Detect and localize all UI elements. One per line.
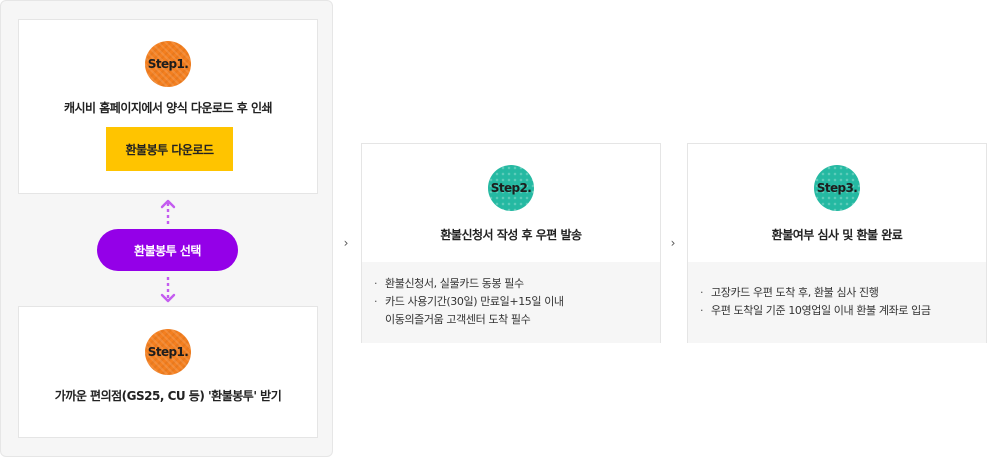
info-line: · 카드 사용기간(30일) 만료일+15일 이내	[374, 295, 564, 308]
download-option-card: Step1. 캐시비 홈페이지에서 양식 다운로드 후 인쇄 환불봉투 다운로드	[18, 19, 318, 194]
envelope-download-button[interactable]: 환불봉투 다운로드	[106, 127, 233, 171]
chevron-right-icon: ›	[670, 236, 676, 250]
step2-badge: Step2.	[488, 165, 534, 211]
convenience-store-option-card: Step1. 가까운 편의점(GS25, CU 등) '환불봉투' 받기	[18, 306, 318, 438]
step2-info-box: · 환불신청서, 실물카드 동봉 필수 · 카드 사용기간(30일) 만료일+15일…	[362, 262, 660, 343]
dashed-arrow-up-icon	[160, 199, 176, 225]
step3-card: Step3. 환불여부 심사 및 환불 완료 · 고장카드 우편 도착 후, 환불…	[687, 143, 987, 343]
info-line: 이동의즐거움 고객센터 도착 필수	[385, 313, 531, 326]
chevron-right-icon: ›	[343, 236, 349, 250]
step1-badge: Step1.	[145, 329, 191, 375]
info-line: · 환불신청서, 실물카드 동봉 필수	[374, 277, 524, 290]
step3-badge: Step3.	[814, 165, 860, 211]
step1-badge: Step1.	[145, 41, 191, 87]
convenience-store-option-text: 가까운 편의점(GS25, CU 등) '환불봉투' 받기	[54, 389, 282, 403]
envelope-select-pill: 환불봉투 선택	[97, 229, 238, 271]
step3-title: 환불여부 심사 및 환불 완료	[771, 228, 903, 242]
step2-title: 환불신청서 작성 후 우편 발송	[440, 228, 582, 242]
step3-info-box: · 고장카드 우편 도착 후, 환불 심사 진행 · 우편 도착일 기준 10영업일…	[688, 262, 986, 343]
step2-card: Step2. 환불신청서 작성 후 우편 발송 · 환불신청서, 실물카드 동봉 …	[361, 143, 661, 343]
download-option-text: 캐시비 홈페이지에서 양식 다운로드 후 인쇄	[63, 101, 273, 115]
info-line: · 우편 도착일 기준 10영업일 이내 환불 계좌로 입금	[700, 304, 931, 317]
step1-options-panel: Step1. 캐시비 홈페이지에서 양식 다운로드 후 인쇄 환불봉투 다운로드…	[0, 0, 333, 457]
info-line: · 고장카드 우편 도착 후, 환불 심사 진행	[700, 286, 879, 299]
dashed-arrow-down-icon	[160, 277, 176, 303]
